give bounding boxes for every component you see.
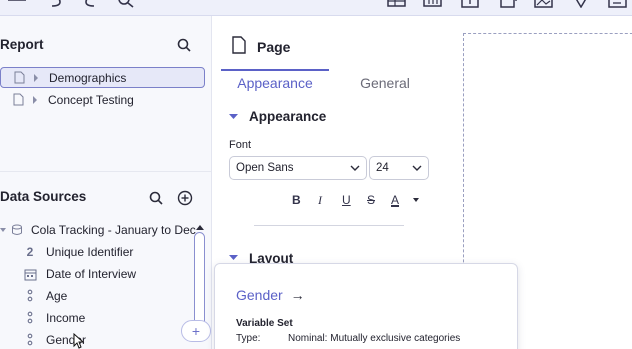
nominal-variable-icon: [22, 332, 38, 348]
tooltip-variable-link[interactable]: Gender →: [236, 287, 305, 303]
add-circle-icon[interactable]: [177, 190, 193, 209]
document-icon: [13, 93, 24, 106]
search-icon[interactable]: [149, 191, 163, 208]
variable-item[interactable]: Date of Interview: [22, 264, 136, 284]
dataset-row[interactable]: Cola Tracking - January to Dec: [0, 221, 196, 239]
tooltip-type-key: Type:: [236, 333, 261, 344]
settings-box-icon[interactable]: [606, 0, 628, 8]
add-variable-button[interactable]: +: [181, 320, 211, 342]
nominal-variable-icon: [22, 288, 38, 304]
font-family-value: Open Sans: [236, 162, 294, 174]
report-title: Report: [0, 37, 44, 52]
redo-icon[interactable]: [80, 0, 102, 8]
calendar-icon: [22, 266, 38, 282]
scroll-up-icon[interactable]: [196, 225, 204, 231]
chevron-down-icon[interactable]: [0, 226, 8, 234]
appearance-section-title[interactable]: Appearance: [249, 109, 326, 124]
chevron-down-icon[interactable]: [229, 113, 239, 121]
variable-label: Income: [46, 311, 86, 325]
strikethrough-button[interactable]: S: [367, 193, 375, 207]
document-icon: [14, 71, 25, 84]
variable-item[interactable]: Age: [22, 286, 67, 306]
variable-label: Age: [46, 289, 68, 303]
tab-appearance[interactable]: Appearance: [221, 60, 329, 91]
font-family-select[interactable]: Open Sans: [229, 156, 367, 180]
tooltip-set-label: Variable Set: [236, 318, 293, 329]
tooltip-variable-name: Gender: [236, 287, 283, 303]
undo-icon[interactable]: [44, 0, 66, 8]
section-divider: [0, 171, 211, 172]
variable-item[interactable]: Income: [22, 308, 85, 328]
search-icon[interactable]: [116, 0, 138, 8]
underline-button[interactable]: U: [342, 193, 351, 207]
chevron-right-icon[interactable]: [33, 73, 39, 82]
tooltip-type-value: Nominal: Mutually exclusive categories: [288, 333, 461, 344]
variable-label: Unique Identifier: [46, 245, 134, 259]
chart-icon[interactable]: [422, 0, 444, 8]
data-sources-title: Data Sources: [0, 189, 87, 204]
font-size-value: 24: [376, 162, 389, 174]
bold-button[interactable]: B: [292, 193, 301, 207]
italic-button[interactable]: I: [318, 193, 322, 208]
font-size-select[interactable]: 24: [369, 156, 429, 180]
table-icon[interactable]: [386, 0, 408, 8]
page-title: Page: [257, 39, 291, 55]
mouse-cursor-icon: [73, 333, 85, 349]
chevron-right-icon[interactable]: [32, 95, 38, 104]
chevron-down-icon[interactable]: [413, 198, 420, 203]
report-item-demographics[interactable]: Demographics: [0, 67, 205, 88]
export-icon[interactable]: [498, 0, 520, 8]
menu-icon[interactable]: [6, 0, 28, 8]
arrow-right-icon: →: [290, 287, 305, 303]
chevron-down-icon: [412, 165, 422, 171]
report-item-concept-testing[interactable]: Concept Testing: [0, 89, 205, 110]
top-toolbar: [0, 0, 632, 16]
chevron-down-icon: [350, 165, 360, 171]
font-label: Font: [229, 139, 252, 151]
tree-item-label: Concept Testing: [48, 92, 134, 107]
numeric-2-icon: 2: [26, 245, 34, 259]
tab-general[interactable]: General: [335, 60, 435, 91]
variable-tooltip: Gender → Variable Set Type: Nominal: Mut…: [214, 263, 518, 349]
search-icon[interactable]: [177, 38, 191, 55]
section-divider: [254, 225, 404, 226]
dataset-label: Cola Tracking - January to Dec: [31, 223, 196, 237]
add-box-icon[interactable]: [460, 0, 482, 8]
database-icon: [12, 224, 22, 235]
image-icon[interactable]: [533, 0, 555, 8]
tree-item-label: Demographics: [49, 70, 127, 85]
font-color-button[interactable]: A: [391, 193, 399, 207]
nominal-variable-icon: [22, 310, 38, 326]
variable-label: Date of Interview: [46, 267, 137, 281]
comment-icon[interactable]: [570, 0, 592, 8]
variable-item[interactable]: 2 Unique Identifier: [22, 242, 134, 262]
chevron-down-icon[interactable]: [229, 254, 239, 262]
page-icon: [232, 36, 246, 57]
